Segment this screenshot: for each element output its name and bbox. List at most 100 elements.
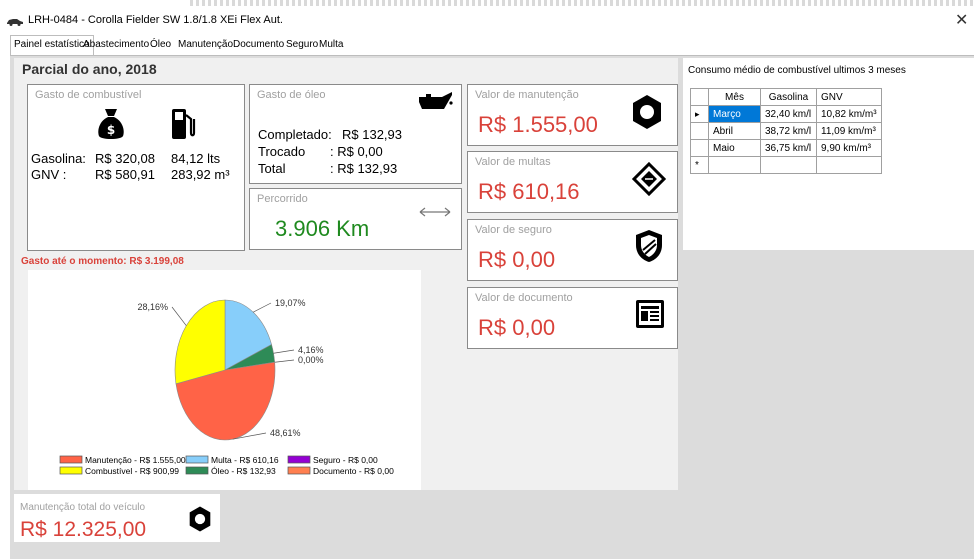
svg-text:$: $	[107, 123, 115, 137]
gasoline-label: Gasolina:	[31, 151, 86, 166]
total-maintenance-value: R$ 12.325,00	[20, 518, 147, 541]
gasoline-volume: 84,12 lts	[171, 151, 221, 166]
fuel-box: Gasto de combustível $ Gasolina: R$ 320,…	[27, 84, 245, 251]
legend-label: Seguro - R$ 0,00	[313, 455, 378, 465]
row-marker-icon: ▸	[690, 105, 709, 123]
legend-label: Óleo - R$ 132,93	[211, 466, 276, 476]
cell-month[interactable]: Março	[708, 105, 761, 123]
new-row[interactable]: *	[690, 156, 882, 174]
car-icon	[7, 19, 23, 26]
grid-header-gasoline[interactable]: Gasolina	[760, 88, 817, 106]
new-row-marker: *	[690, 156, 709, 174]
nut-icon	[189, 506, 211, 532]
oil-completed-value: R$ 132,93	[342, 127, 402, 142]
pie-slice-label: 48,61%	[270, 428, 301, 438]
total-maintenance-label: Manutenção total do veículo	[20, 502, 146, 513]
new-cell-gnv[interactable]	[816, 156, 882, 174]
gnv-value: R$ 580,91	[95, 167, 155, 182]
fuel-pump-icon	[172, 109, 196, 139]
title-bar: LRH-0484 - Corolla Fielder SW 1.8/1.8 XE…	[0, 0, 974, 34]
legend-swatch	[59, 466, 83, 475]
oil-changed-label: Trocado	[258, 144, 306, 159]
fines-label: Valor de multas	[475, 156, 551, 168]
oil-changed-value: : R$ 0,00	[330, 144, 383, 159]
distance-value: 3.906 Km	[275, 216, 370, 241]
ticket-icon	[632, 162, 666, 196]
cell-gasoline[interactable]: 38,72 km/l	[760, 122, 817, 140]
cell-month[interactable]: Maio	[708, 139, 761, 157]
table-row[interactable]: Maio 36,75 km/l 9,90 km/m³	[690, 139, 882, 157]
tab-manutencao[interactable]: Manutenção	[175, 36, 236, 54]
cell-gasoline[interactable]: 36,75 km/l	[760, 139, 817, 157]
oil-box: Gasto de óleo Completado: R$ 132,93 Troc…	[249, 84, 462, 184]
nut-icon	[633, 95, 661, 129]
spent-so-far: Gasto até o momento: R$ 3.199,08	[21, 256, 184, 267]
window-title: LRH-0484 - Corolla Fielder SW 1.8/1.8 XE…	[28, 14, 283, 26]
grid-corner	[690, 88, 709, 106]
double-arrow-icon	[419, 207, 451, 217]
close-icon[interactable]: ✕	[955, 10, 968, 30]
oil-label: Gasto de óleo	[257, 89, 326, 101]
pie-slice	[174, 299, 226, 385]
expense-pie-chart: 19,07% 4,16% 0,00% 48,61% 28,16% Manutenção -…	[28, 270, 421, 490]
maintenance-label: Valor de manutenção	[475, 89, 579, 101]
shield-icon	[636, 230, 662, 262]
pie-slice-label: 28,16%	[137, 302, 168, 312]
pie-leader-line	[253, 302, 272, 313]
cell-gnv[interactable]: 10,82 km/m³	[816, 105, 882, 123]
pie-leader-line	[171, 306, 187, 326]
partial-title: Parcial do ano, 2018	[22, 61, 157, 77]
pie-leader-line	[274, 359, 295, 363]
legend-swatch	[59, 455, 83, 464]
oil-total-value: : R$ 132,93	[330, 161, 398, 176]
new-cell-gasoline[interactable]	[760, 156, 817, 174]
oil-completed-label: Completado:	[258, 127, 332, 142]
cell-gnv[interactable]: 11,09 km/m³	[816, 122, 882, 140]
distance-box: Percorrido 3.906 Km	[249, 188, 462, 250]
gnv-volume: 283,92 m³	[171, 167, 230, 182]
consumption-grid: Mês Gasolina GNV ▸ Março 32,40 km/l 10,8…	[690, 88, 882, 174]
new-cell-month[interactable]	[708, 156, 761, 174]
oil-total-label: Total	[258, 161, 286, 176]
insurance-box: Valor de seguro R$ 0,00	[467, 219, 678, 281]
row-header	[690, 122, 709, 140]
money-bag-icon: $	[98, 109, 124, 139]
tab-multa[interactable]: Multa	[316, 36, 346, 54]
insurance-value: R$ 0,00	[478, 247, 556, 272]
tab-oleo[interactable]: Óleo	[147, 36, 174, 54]
newspaper-icon	[636, 300, 664, 328]
fuel-label: Gasto de combustível	[35, 89, 142, 101]
pie-leader-line	[273, 349, 295, 354]
legend-swatch	[287, 466, 311, 475]
consumption-title: Consumo médio de combustível ultimos 3 m…	[688, 65, 906, 76]
legend-swatch	[185, 455, 209, 464]
cell-gnv[interactable]: 9,90 km/m³	[816, 139, 882, 157]
row-header	[690, 139, 709, 157]
legend-label: Multa - R$ 610,16	[211, 455, 279, 465]
legend-label: Documento - R$ 0,00	[313, 466, 394, 476]
table-row[interactable]: ▸ Março 32,40 km/l 10,82 km/m³	[690, 105, 882, 123]
insurance-label: Valor de seguro	[475, 224, 552, 236]
legend-swatch	[287, 455, 311, 464]
tab-abastecimento[interactable]: Abastecimento	[80, 36, 152, 54]
fines-value: R$ 610,16	[478, 179, 580, 204]
oil-can-icon	[419, 92, 453, 109]
gasoline-value: R$ 320,08	[95, 151, 155, 166]
grid-header-month[interactable]: Mês	[708, 88, 761, 106]
table-row[interactable]: Abril 38,72 km/l 11,09 km/m³	[690, 122, 882, 140]
pie-chart-svg: 19,07% 4,16%0,00% 48,61% 28,16% Manutenção -…	[59, 298, 394, 476]
fines-box: Valor de multas R$ 610,16	[467, 151, 678, 213]
grid-header-gnv[interactable]: GNV	[816, 88, 882, 106]
document-label: Valor de documento	[475, 292, 573, 304]
total-maintenance-box: Manutenção total do veículo R$ 12.325,00	[14, 494, 220, 542]
gnv-label: GNV :	[31, 167, 67, 182]
cell-month[interactable]: Abril	[708, 122, 761, 140]
maintenance-value: R$ 1.555,00	[478, 112, 598, 137]
document-box: Valor de documento R$ 0,00	[467, 287, 678, 349]
document-value: R$ 0,00	[478, 315, 556, 340]
cell-gasoline[interactable]: 32,40 km/l	[760, 105, 817, 123]
legend-label: Manutenção - R$ 1.555,00	[85, 455, 186, 465]
pie-slice-label: 19,07%	[275, 298, 306, 308]
tab-documento[interactable]: Documento	[230, 36, 287, 54]
maintenance-box: Valor de manutenção R$ 1.555,00	[467, 84, 678, 146]
